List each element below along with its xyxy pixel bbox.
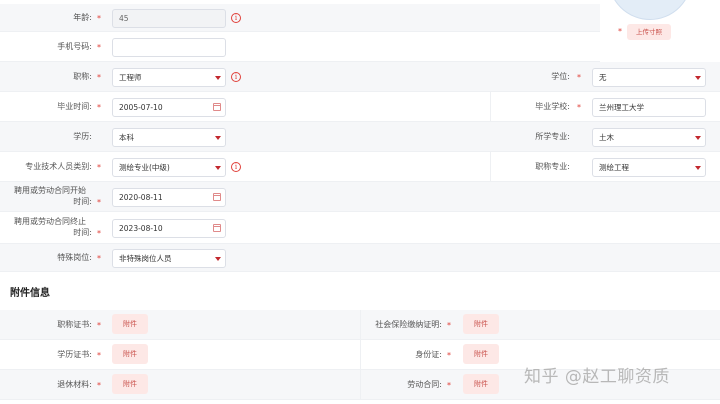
- chevron-down-icon: [215, 166, 221, 170]
- attachment-label: 身份证:: [415, 350, 442, 359]
- major-label: 所学专业:: [535, 132, 570, 141]
- title-select[interactable]: 工程师: [112, 68, 226, 87]
- attachment-label: 社会保险缴纳证明:: [375, 320, 442, 329]
- major-value: 土木: [599, 133, 614, 142]
- info-icon[interactable]: i: [231, 162, 241, 172]
- required-mark: *: [97, 43, 101, 52]
- chevron-down-icon: [695, 166, 701, 170]
- required-mark: *: [97, 321, 101, 330]
- contract-end-picker[interactable]: 2023-08-10: [112, 219, 226, 238]
- row-education: 学历: 本科 所学专业: 土木: [0, 122, 720, 152]
- chevron-down-icon: [695, 136, 701, 140]
- required-mark: *: [97, 14, 101, 23]
- row-contract-end: 聘用或劳动合同终止 时间: * 2023-08-10: [0, 212, 720, 244]
- required-mark: *: [577, 103, 581, 112]
- required-mark: *: [97, 351, 101, 360]
- contract-start-label-line2: 时间:: [73, 197, 92, 206]
- divider: [360, 310, 361, 340]
- required-mark: *: [447, 381, 451, 390]
- age-input[interactable]: 45: [112, 9, 226, 28]
- required-mark: *: [447, 351, 451, 360]
- chevron-down-icon: [215, 76, 221, 80]
- contract-end-label-line2: 时间:: [73, 228, 92, 237]
- info-icon[interactable]: i: [231, 13, 241, 23]
- watermark: 知乎 @赵工聊资质: [524, 367, 670, 387]
- education-label: 学历:: [73, 132, 92, 141]
- attachment-button[interactable]: 附件: [463, 344, 499, 364]
- tech-category-label: 专业技术人员类别:: [25, 162, 92, 171]
- special-post-value: 非特殊岗位人员: [119, 254, 172, 263]
- row-title-degree: 职称: * 工程师 i 学位: * 无: [0, 62, 720, 92]
- contract-end-value: 2023-08-10: [119, 224, 163, 233]
- education-value: 本科: [119, 133, 134, 142]
- contract-start-value: 2020-08-11: [119, 193, 163, 202]
- title-major-value: 测绘工程: [599, 163, 629, 172]
- attachment-button[interactable]: 附件: [112, 344, 148, 364]
- row-special-post: 特殊岗位: * 非特殊岗位人员: [0, 244, 720, 272]
- required-mark: *: [97, 103, 101, 112]
- attachment-button[interactable]: 附件: [463, 314, 499, 334]
- row-grad: 毕业时间: * 2005-07-10 毕业学校: * 兰州理工大学: [0, 92, 720, 122]
- attachment-label: 学历证书:: [57, 350, 92, 359]
- row-age: 年龄: * 45 i: [0, 4, 600, 32]
- photo-placeholder: [608, 0, 692, 20]
- degree-label: 学位:: [551, 72, 570, 81]
- info-icon[interactable]: i: [231, 72, 241, 82]
- required-mark: *: [577, 73, 581, 82]
- calendar-icon: [213, 224, 221, 232]
- title-value: 工程师: [119, 73, 142, 82]
- row-tech-category: 专业技术人员类别: * 测绘专业(中级) i 职称专业: 测绘工程: [0, 152, 720, 182]
- required-mark: *: [618, 27, 622, 36]
- phone-input[interactable]: [112, 38, 226, 57]
- grad-date-value: 2005-07-10: [119, 103, 163, 112]
- age-label: 年龄:: [73, 13, 92, 22]
- row-phone: 手机号码: *: [0, 32, 600, 62]
- chevron-down-icon: [215, 257, 221, 261]
- special-post-select[interactable]: 非特殊岗位人员: [112, 249, 226, 268]
- attachment-button[interactable]: 附件: [463, 374, 499, 394]
- tech-category-value: 测绘专业(中级): [119, 163, 170, 172]
- title-label: 职称:: [73, 72, 92, 81]
- contract-start-label-line1: 聘用或劳动合同开始: [14, 186, 86, 195]
- required-mark: *: [97, 229, 101, 238]
- required-mark: *: [97, 163, 101, 172]
- grad-date-picker[interactable]: 2005-07-10: [112, 98, 226, 117]
- title-major-select[interactable]: 测绘工程: [592, 158, 706, 177]
- degree-value: 无: [599, 73, 607, 82]
- required-mark: *: [97, 381, 101, 390]
- major-select[interactable]: 土木: [592, 128, 706, 147]
- divider: [490, 92, 491, 122]
- grad-date-label: 毕业时间:: [57, 102, 92, 111]
- chevron-down-icon: [215, 136, 221, 140]
- upload-photo-button[interactable]: 上传寸照: [627, 24, 671, 40]
- divider: [360, 370, 361, 400]
- calendar-icon: [213, 103, 221, 111]
- divider: [360, 340, 361, 370]
- required-mark: *: [97, 73, 101, 82]
- divider: [490, 152, 491, 182]
- attachment-label: 职称证书:: [57, 320, 92, 329]
- attachment-button[interactable]: 附件: [112, 314, 148, 334]
- attachment-label: 劳动合同:: [407, 380, 442, 389]
- tech-category-select[interactable]: 测绘专业(中级): [112, 158, 226, 177]
- education-select[interactable]: 本科: [112, 128, 226, 147]
- title-major-label: 职称专业:: [535, 162, 570, 171]
- attachments-section-title: 附件信息: [10, 288, 50, 299]
- calendar-icon: [213, 193, 221, 201]
- contract-start-picker[interactable]: 2020-08-11: [112, 188, 226, 207]
- special-post-label: 特殊岗位:: [57, 253, 92, 262]
- row-attachments-1: 职称证书: * 附件 社会保险缴纳证明: * 附件: [0, 310, 720, 340]
- phone-label: 手机号码:: [57, 42, 92, 51]
- degree-select[interactable]: 无: [592, 68, 706, 87]
- grad-school-label: 毕业学校:: [535, 102, 570, 111]
- chevron-down-icon: [695, 76, 701, 80]
- required-mark: *: [97, 254, 101, 263]
- contract-end-label-line1: 聘用或劳动合同终止: [14, 217, 86, 226]
- attachment-label: 退休材料:: [57, 380, 92, 389]
- row-contract-start: 聘用或劳动合同开始 时间: * 2020-08-11: [0, 182, 720, 212]
- grad-school-input[interactable]: 兰州理工大学: [592, 98, 706, 117]
- required-mark: *: [97, 198, 101, 207]
- required-mark: *: [447, 321, 451, 330]
- attachment-button[interactable]: 附件: [112, 374, 148, 394]
